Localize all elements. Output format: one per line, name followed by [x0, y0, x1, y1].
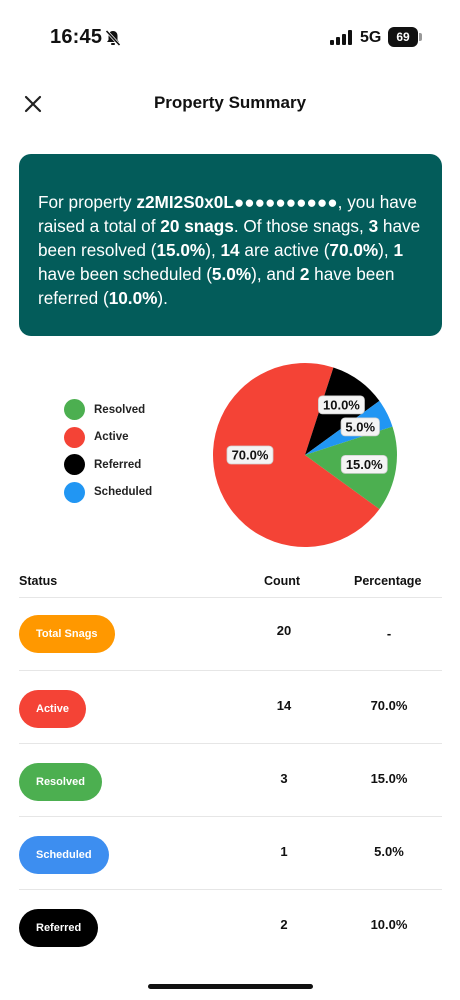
- pie-label-resolved-group: 15.0%: [340, 454, 388, 474]
- status-pill-scheduled[interactable]: Scheduled: [19, 836, 109, 874]
- summary-card: For property z2MI2S0x0L●●●●●●●●●●, you h…: [19, 154, 442, 336]
- page-title: Property Summary: [153, 93, 307, 112]
- summary-text: For property: [38, 192, 137, 212]
- table-row: Total Snags 20 -: [19, 598, 442, 671]
- battery-level: 69: [388, 27, 418, 47]
- summary-text: ),: [378, 240, 394, 260]
- bell-muted-icon: [105, 29, 121, 47]
- resolved-count: 3: [368, 216, 379, 236]
- count-cell: 2: [280, 917, 288, 932]
- table-row: Referred 2 10.0%: [19, 890, 442, 963]
- header-status: Status: [19, 574, 58, 588]
- summary-text: ), and: [251, 264, 300, 284]
- pie-label-resolved: 15.0%: [346, 457, 383, 472]
- percentage-cell: 70.0%: [370, 698, 408, 713]
- legend-item-scheduled: Scheduled: [64, 479, 184, 507]
- scheduled-pct: 5.0%: [211, 264, 252, 284]
- active-pct: 70.0%: [329, 240, 379, 260]
- legend-label: Resolved: [94, 403, 146, 416]
- chart-legend: Resolved Active Referred Scheduled: [64, 396, 184, 506]
- count-cell: 14: [276, 698, 292, 713]
- total-snags: 20 snags: [160, 216, 234, 236]
- referred-pct: 10.0%: [108, 288, 158, 308]
- table-header: Status Count Percentage: [19, 560, 442, 598]
- status-pill-active[interactable]: Active: [19, 690, 87, 728]
- status-bar: 16:45 5G 69: [0, 0, 460, 76]
- status-time: 16:45: [50, 26, 103, 48]
- property-id: z2MI2S0x0L●●●●●●●●●●: [136, 192, 338, 212]
- summary-text: ),: [205, 240, 221, 260]
- status-pill-resolved[interactable]: Resolved: [19, 763, 102, 801]
- legend-label: Scheduled: [94, 486, 153, 499]
- table-row: Resolved 3 15.0%: [19, 744, 442, 817]
- legend-swatch-referred: [64, 454, 85, 476]
- table-row: Scheduled 1 5.0%: [19, 817, 442, 890]
- signal-bars-icon: [330, 30, 352, 45]
- legend-label: Referred: [94, 458, 142, 471]
- summary-text: ).: [157, 288, 168, 308]
- legend-item-referred: Referred: [64, 451, 184, 479]
- header-count: Count: [264, 574, 301, 588]
- legend-item-active: Active: [64, 424, 184, 452]
- summary-text: have been scheduled (: [38, 264, 212, 284]
- header-percentage: Percentage: [354, 574, 422, 588]
- legend-swatch-scheduled: [64, 481, 85, 503]
- pie-chart: 70.0% 10.0% 5.0% 15.0%: [213, 363, 397, 547]
- legend-item-resolved: Resolved: [64, 396, 184, 424]
- battery-tip: [419, 33, 422, 41]
- percentage-cell: -: [386, 626, 392, 641]
- pie-label-active: 70.0%: [232, 448, 269, 463]
- summary-table: Status Count Percentage Total Snags 20 -…: [19, 560, 442, 963]
- home-indicator: [148, 984, 313, 989]
- legend-swatch-resolved: [64, 399, 85, 421]
- pie-label-active-group: 70.0%: [226, 445, 274, 465]
- legend-label: Active: [94, 431, 129, 444]
- summary-text: . Of those snags,: [233, 216, 369, 236]
- pie-label-referred-group: 10.0%: [318, 395, 365, 415]
- pie-label-scheduled-group: 5.0%: [340, 417, 380, 437]
- percentage-cell: 15.0%: [370, 771, 408, 786]
- count-cell: 3: [280, 771, 288, 786]
- scheduled-count: 1: [393, 240, 403, 260]
- percentage-cell: 10.0%: [370, 917, 408, 932]
- resolved-pct: 15.0%: [156, 240, 206, 260]
- status-pill-referred[interactable]: Referred: [19, 909, 99, 947]
- percentage-cell: 5.0%: [374, 844, 404, 859]
- count-cell: 1: [280, 844, 288, 859]
- network-type: 5G: [360, 29, 382, 46]
- pie-label-referred: 10.0%: [323, 397, 360, 412]
- battery-icon: 69: [388, 27, 422, 47]
- active-count: 14: [220, 240, 240, 260]
- status-pill-total[interactable]: Total Snags: [19, 615, 115, 653]
- pie-label-scheduled: 5.0%: [345, 419, 375, 434]
- legend-swatch-active: [64, 426, 85, 448]
- referred-count: 2: [299, 264, 310, 284]
- count-cell: 20: [276, 623, 292, 638]
- table-row: Active 14 70.0%: [19, 671, 442, 744]
- summary-text: are active (: [239, 240, 330, 260]
- header: Property Summary: [0, 80, 460, 130]
